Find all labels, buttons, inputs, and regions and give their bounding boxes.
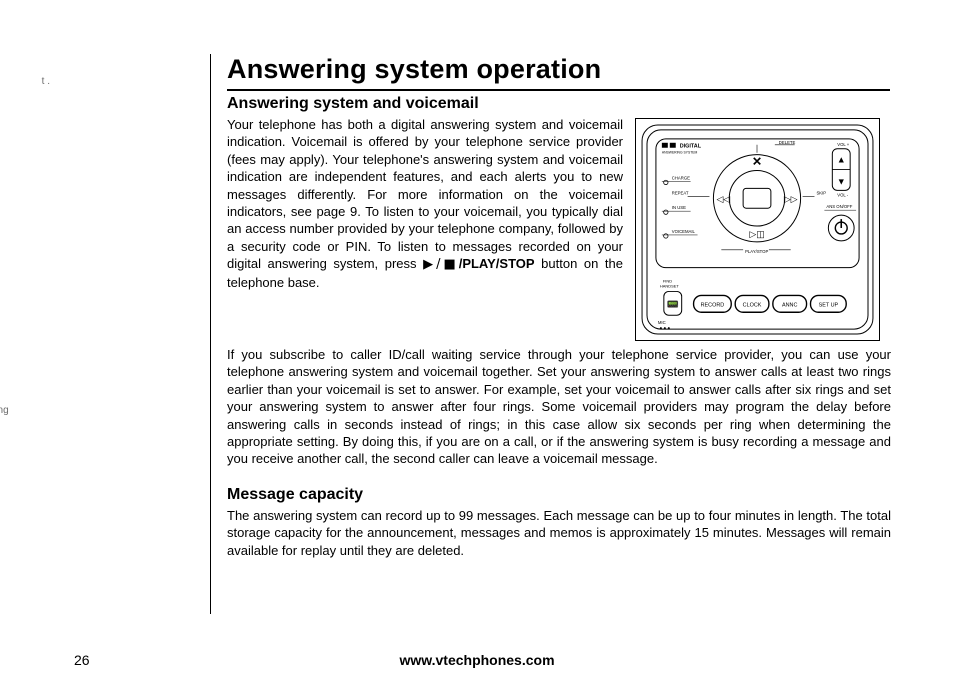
footer: www.vtechphones.com bbox=[0, 652, 954, 668]
para1-bold: /PLAY/STOP bbox=[459, 256, 535, 271]
brand-label: DIGITAL bbox=[680, 144, 702, 150]
setup-btn-label: SET UP bbox=[819, 302, 839, 308]
vol-down-label: VOL - bbox=[837, 192, 849, 197]
in-use-label: IN USE bbox=[672, 205, 686, 210]
vol-up-icon: ▲ bbox=[837, 155, 846, 165]
brand-sub-label: ANSWERING SYSTEM bbox=[662, 151, 698, 155]
delete-label: DELETE bbox=[779, 140, 796, 145]
charge-label: CHARGE bbox=[672, 175, 690, 180]
mic-label: MIC bbox=[658, 320, 666, 325]
find-handset-label-2: HANDSET bbox=[660, 283, 679, 288]
play-stop-label: PLAY/STOP bbox=[745, 249, 768, 254]
section-heading-answering: Answering system and voicemail bbox=[227, 95, 890, 113]
para-answering-subscribe: If you subscribe to caller ID/call waiti… bbox=[227, 346, 891, 468]
para-capacity: The answering system can record up to 99… bbox=[227, 507, 891, 559]
clock-btn-label: CLOCK bbox=[743, 302, 762, 308]
vol-down-icon: ▼ bbox=[837, 176, 846, 186]
para1-before: Your telephone has both a digital answer… bbox=[227, 117, 623, 271]
document-page: t . ring ). Answering system operation A… bbox=[0, 0, 954, 682]
para-answering-intro: Your telephone has both a digital answer… bbox=[227, 116, 623, 291]
annc-btn-label: ANNC bbox=[782, 302, 797, 308]
repeat-label: REPEAT bbox=[672, 190, 689, 195]
rewind-icon: ◁◁ bbox=[716, 194, 730, 204]
gutter-frag-2: ring bbox=[0, 405, 47, 416]
gutter-frag-1: t . bbox=[0, 76, 50, 87]
diagram-svg: DIGITAL ANSWERING SYSTEM ✕ DELETE ◁ bbox=[636, 119, 879, 340]
footer-url: www.vtechphones.com bbox=[399, 652, 554, 668]
base-diagram-wrap: DIGITAL ANSWERING SYSTEM ✕ DELETE ◁ bbox=[635, 116, 880, 341]
page-title: Answering system operation bbox=[227, 54, 890, 91]
voicemail-label: VOICEMAIL bbox=[672, 229, 696, 234]
vol-up-label: VOL + bbox=[837, 142, 850, 147]
phone-base-diagram: DIGITAL ANSWERING SYSTEM ✕ DELETE ◁ bbox=[635, 118, 880, 341]
skip-icon: ▷▷ bbox=[784, 194, 798, 204]
play-stop-icon: ▷◫ bbox=[749, 229, 764, 239]
main-content: Answering system operation Answering sys… bbox=[210, 54, 890, 614]
play-stop-glyph: ▶/■ bbox=[423, 257, 459, 272]
find-handset-icon: 📟 bbox=[667, 299, 679, 310]
skip-label: SKIP bbox=[816, 190, 826, 195]
section-answering-body: Your telephone has both a digital answer… bbox=[227, 116, 890, 341]
record-btn-label: RECORD bbox=[701, 302, 725, 308]
gutter-frag-3: ). bbox=[0, 470, 47, 481]
delete-x-icon: ✕ bbox=[752, 155, 762, 169]
left-margin-fragments: t . ring ). bbox=[0, 0, 60, 682]
ans-onoff-label: ANS ON/OFF bbox=[826, 204, 852, 209]
section-heading-capacity: Message capacity bbox=[227, 486, 890, 504]
